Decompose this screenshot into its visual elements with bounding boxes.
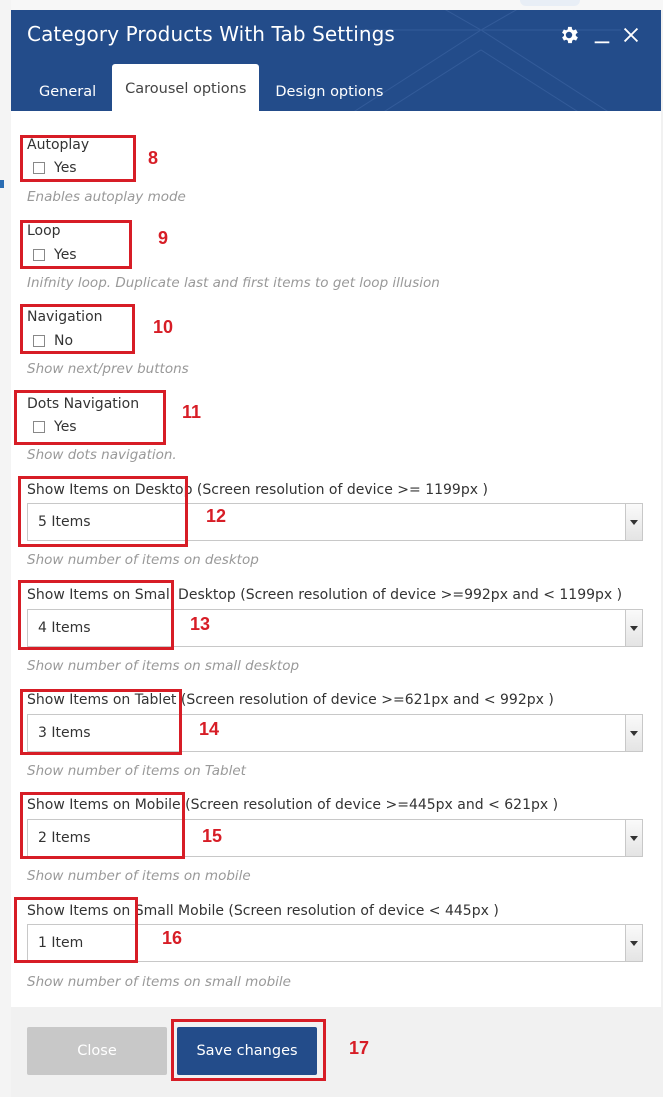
chevron-down-icon — [625, 610, 642, 646]
close-button[interactable]: Close — [27, 1027, 167, 1075]
small-desktop-items-description: Show number of items on small desktop — [27, 658, 300, 674]
annotation-number-14: 14 — [199, 719, 220, 739]
annotation-box-10 — [20, 304, 135, 354]
loop-description: Inifnity loop. Duplicate last and first … — [27, 275, 440, 291]
chevron-down-icon — [625, 504, 642, 540]
modal-title: Category Products With Tab Settings — [27, 22, 395, 46]
dots-navigation-description: Show dots navigation. — [27, 447, 177, 463]
tab-general[interactable]: General — [25, 73, 110, 111]
annotation-box-15 — [20, 792, 185, 859]
annotation-box-16 — [14, 897, 138, 963]
annotation-number-8: 8 — [148, 148, 159, 168]
modal-header: Category Products With Tab Settings Gene… — [11, 10, 661, 111]
navigation-description: Show next/prev buttons — [27, 361, 189, 377]
annotation-number-11: 11 — [182, 402, 202, 422]
mobile-items-description: Show number of items on mobile — [27, 868, 251, 884]
annotation-number-17: 17 — [349, 1038, 370, 1058]
chevron-down-icon — [625, 715, 642, 751]
annotation-number-13: 13 — [190, 614, 211, 634]
annotation-box-17 — [171, 1019, 326, 1081]
annotation-box-11 — [14, 390, 166, 445]
chevron-down-icon — [625, 820, 642, 856]
modal-footer: Close Save changes — [11, 1007, 661, 1097]
tab-design-options[interactable]: Design options — [261, 73, 397, 111]
annotation-box-9 — [20, 220, 132, 269]
background-link-fragment — [0, 180, 4, 188]
autoplay-description: Enables autoplay mode — [27, 189, 186, 205]
annotation-number-9: 9 — [158, 228, 169, 248]
annotation-number-10: 10 — [153, 317, 174, 337]
tablet-items-description: Show number of items on Tablet — [27, 763, 246, 779]
chevron-down-icon — [625, 925, 642, 961]
minimize-icon[interactable] — [591, 24, 615, 48]
annotation-box-8 — [20, 135, 136, 182]
gear-icon[interactable] — [558, 24, 582, 48]
tab-carousel-options[interactable]: Carousel options — [112, 64, 260, 111]
annotation-number-12: 12 — [206, 506, 227, 526]
page-background-left — [0, 0, 11, 1097]
tab-bar: General Carousel options Design options — [25, 64, 399, 111]
annotation-box-13 — [18, 580, 174, 650]
annotation-box-14 — [20, 689, 182, 755]
annotation-number-16: 16 — [162, 928, 183, 948]
close-icon[interactable] — [620, 24, 644, 48]
desktop-items-description: Show number of items on desktop — [27, 552, 259, 568]
annotation-number-15: 15 — [202, 826, 223, 846]
annotation-box-12 — [18, 476, 188, 547]
background-element — [520, 0, 580, 6]
small-mobile-items-description: Show number of items on small mobile — [27, 974, 291, 990]
